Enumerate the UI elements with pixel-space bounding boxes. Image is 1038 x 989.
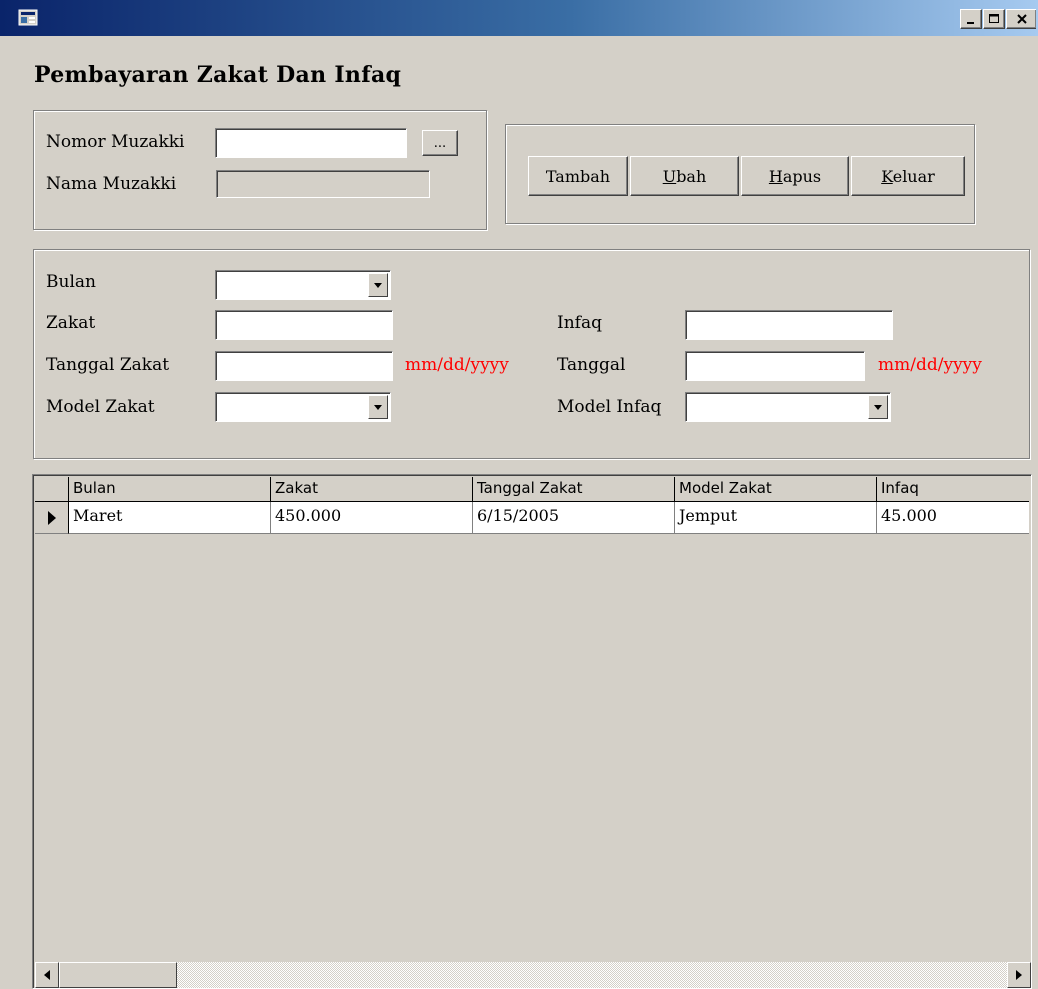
title-bar[interactable] (0, 0, 1038, 36)
bulan-label: Bulan (46, 272, 96, 292)
model-infaq-dropdown-button[interactable] (868, 395, 888, 419)
cell-model-zakat[interactable]: Jemput (675, 502, 877, 534)
lookup-label: ... (433, 135, 447, 151)
minimize-icon (967, 22, 974, 24)
scroll-left-button[interactable] (35, 962, 59, 988)
hapus-label: Hapus (768, 166, 822, 186)
model-infaq-select[interactable] (685, 392, 891, 422)
form-title: Pembayaran Zakat Dan Infaq (34, 62, 402, 88)
arrow-right-icon (1016, 970, 1022, 980)
bulan-select[interactable] (215, 270, 391, 300)
hapus-button[interactable]: Hapus (741, 156, 849, 196)
tanggal-zakat-format-hint: mm/dd/yyyy (405, 355, 509, 375)
model-zakat-label: Model Zakat (46, 397, 155, 417)
grid-header-corner (35, 477, 69, 502)
horizontal-scrollbar[interactable] (35, 962, 1031, 988)
tanggal-format-hint: mm/dd/yyyy (878, 355, 982, 375)
model-zakat-dropdown-button[interactable] (368, 395, 388, 419)
maximize-icon (989, 14, 999, 23)
tambah-label: Tambah (545, 166, 611, 186)
tanggal-label: Tanggal (557, 355, 626, 375)
tanggal-input[interactable] (685, 351, 865, 381)
ubah-button[interactable]: Ubah (630, 156, 739, 196)
scroll-right-button[interactable] (1007, 962, 1031, 988)
grid-header: Bulan Zakat Tanggal Zakat Model Zakat In… (35, 477, 1029, 502)
scroll-thumb[interactable] (59, 962, 177, 988)
model-infaq-label: Model Infaq (557, 397, 662, 417)
cell-zakat[interactable]: 450.000 (271, 502, 473, 534)
table-row[interactable]: Maret 450.000 6/15/2005 Jemput 45.000 (35, 502, 1029, 534)
grid-header-tanggal-zakat[interactable]: Tanggal Zakat (473, 477, 675, 502)
tanggal-zakat-input[interactable] (215, 351, 393, 381)
chevron-down-icon (374, 405, 382, 410)
row-indicator[interactable] (35, 502, 69, 534)
zakat-input[interactable] (215, 310, 393, 340)
infaq-input[interactable] (685, 310, 893, 340)
cell-infaq[interactable]: 45.000 (877, 502, 1029, 534)
nomor-muzakki-input[interactable] (215, 128, 407, 158)
grid-header-model-zakat[interactable]: Model Zakat (675, 477, 877, 502)
maximize-button[interactable] (983, 9, 1005, 29)
keluar-button[interactable]: Keluar (851, 156, 965, 196)
nomor-muzakki-label: Nomor Muzakki (46, 132, 185, 152)
tambah-button[interactable]: Tambah (528, 156, 628, 196)
current-row-arrow-icon (47, 510, 56, 525)
cell-tanggal-zakat[interactable]: 6/15/2005 (473, 502, 675, 534)
infaq-label: Infaq (557, 313, 602, 333)
minimize-button[interactable] (960, 9, 982, 29)
chevron-down-icon (374, 283, 382, 288)
cell-bulan[interactable]: Maret (69, 502, 271, 534)
close-button[interactable] (1006, 9, 1036, 29)
details-group (33, 249, 1030, 459)
grid-header-bulan[interactable]: Bulan (69, 477, 271, 502)
grid-header-zakat[interactable]: Zakat (271, 477, 473, 502)
nama-muzakki-label: Nama Muzakki (46, 174, 177, 194)
grid-header-infaq[interactable]: Infaq (877, 477, 1029, 502)
nama-muzakki-field (216, 170, 430, 198)
lookup-muzakki-button[interactable]: ... (422, 130, 458, 156)
model-zakat-select[interactable] (215, 392, 391, 422)
payments-grid[interactable]: Bulan Zakat Tanggal Zakat Model Zakat In… (32, 474, 1032, 989)
tanggal-zakat-label: Tanggal Zakat (46, 355, 170, 375)
zakat-label: Zakat (46, 313, 96, 333)
arrow-left-icon (44, 970, 50, 980)
app-icon (18, 9, 38, 26)
keluar-label: Keluar (881, 166, 935, 186)
chevron-down-icon (874, 405, 882, 410)
close-icon (1016, 14, 1027, 24)
ubah-label: Ubah (662, 166, 707, 186)
bulan-dropdown-button[interactable] (368, 273, 388, 297)
